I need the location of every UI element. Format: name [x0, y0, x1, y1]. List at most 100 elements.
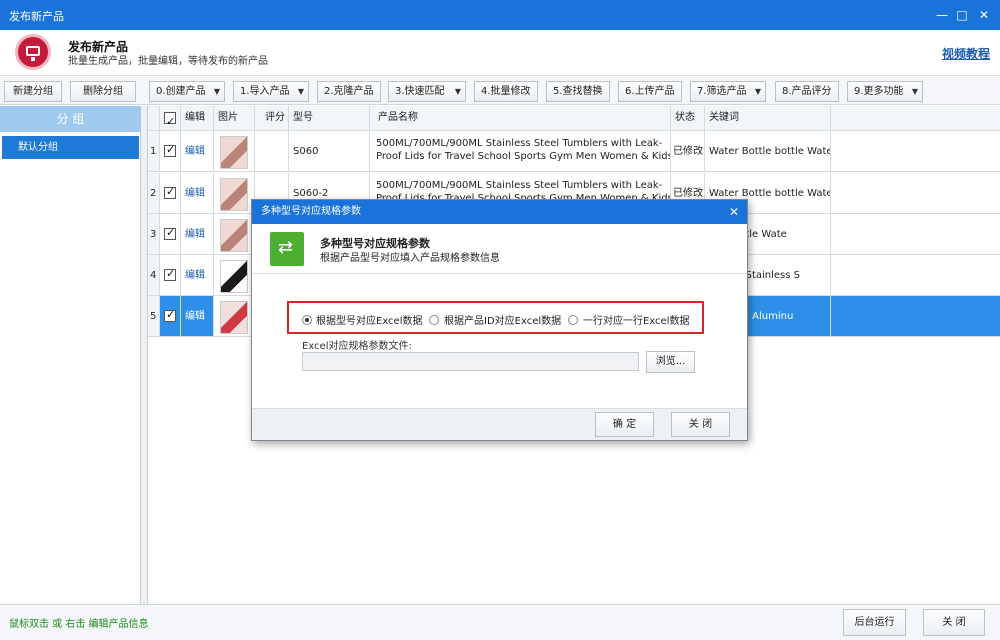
product-image-cell[interactable]	[214, 131, 255, 172]
row-select-cell[interactable]	[160, 255, 181, 296]
browse-button[interactable]: 浏览...	[646, 351, 695, 373]
col-header-edit[interactable]: 编辑	[181, 106, 214, 131]
dialog-close-icon[interactable]: ✕	[729, 200, 739, 224]
new-group-button[interactable]: 新建分组	[4, 81, 62, 102]
product-rating-button[interactable]: 8.产品评分	[775, 81, 839, 102]
empty-cell	[831, 131, 1000, 172]
product-image-cell[interactable]	[214, 214, 255, 255]
spec-params-dialog: 多种型号对应规格参数 ✕ ⇄ 多种型号对应规格参数 根据产品型号对应填入产品规格…	[251, 199, 748, 441]
rating-cell	[255, 131, 289, 172]
option-highlight-box: 根据型号对应Excel数据 根据产品ID对应Excel数据 一行对应一行Exce…	[287, 301, 704, 334]
row-select-cell[interactable]	[160, 214, 181, 255]
batch-edit-button[interactable]: 4.批量修改	[474, 81, 538, 102]
window-title: 发布新产品	[9, 10, 64, 23]
page-subtitle: 批量生成产品，批量编辑，等待发布的新产品	[68, 56, 268, 67]
radio-by-product-id-label[interactable]: 根据产品ID对应Excel数据	[444, 312, 561, 327]
row-checkbox[interactable]	[164, 143, 176, 157]
radio-by-product-id[interactable]	[429, 315, 439, 325]
dialog-subheading: 根据产品型号对应填入产品规格参数信息	[320, 253, 500, 264]
dialog-cancel-button[interactable]: 关 闭	[671, 412, 730, 437]
col-header-keyword[interactable]: 关键词	[705, 106, 831, 131]
edit-link[interactable]: 编辑	[181, 214, 214, 255]
filter-product-button[interactable]: 7.筛选产品 ▼	[690, 81, 766, 102]
find-replace-button[interactable]: 5.查找替换	[546, 81, 610, 102]
dropdown-arrow-icon: ▼	[297, 87, 304, 96]
maximize-icon[interactable]: □	[954, 7, 970, 23]
product-image-cell[interactable]	[214, 255, 255, 296]
empty-cell	[831, 296, 1000, 337]
edit-link[interactable]: 编辑	[181, 173, 214, 214]
col-header-status[interactable]: 状态	[671, 106, 705, 131]
excel-file-label: Excel对应规格参数文件:	[302, 341, 412, 352]
ok-button[interactable]: 确 定	[595, 412, 654, 437]
col-header-product-name[interactable]: 产品名称	[370, 106, 671, 131]
product-image-cell[interactable]	[214, 173, 255, 214]
row-select-cell[interactable]	[160, 296, 181, 337]
select-all-cell[interactable]	[160, 106, 181, 131]
row-select-cell[interactable]	[160, 173, 181, 214]
product-thumbnail	[220, 136, 248, 169]
col-header-rating[interactable]: 评分	[255, 106, 289, 131]
table-row[interactable]: 1 编辑 S060 500ML/700ML/900ML Stainless Steel…	[148, 131, 1000, 172]
row-checkbox[interactable]	[164, 185, 176, 199]
model-cell: S060	[289, 131, 370, 172]
row-number: 2	[148, 173, 160, 214]
row-checkbox[interactable]	[164, 226, 176, 240]
col-header-model[interactable]: 型号	[289, 106, 370, 131]
more-functions-button[interactable]: 9.更多功能 ▼	[847, 81, 923, 102]
keyword-cell: Water Bottle bottle Wate	[705, 131, 831, 172]
close-button[interactable]: 关 闭	[923, 609, 985, 636]
group-header: 分 组	[0, 106, 141, 132]
product-image-cell[interactable]	[214, 296, 255, 337]
row-checkbox[interactable]	[164, 308, 176, 322]
delete-group-button[interactable]: 删除分组	[70, 81, 136, 102]
row-number: 1	[148, 131, 160, 172]
clone-product-button[interactable]: 2.克隆产品	[317, 81, 381, 102]
product-name-cell: 500ML/700ML/900ML Stainless Steel Tumble…	[370, 131, 671, 172]
radio-by-model-label[interactable]: 根据型号对应Excel数据	[316, 312, 423, 327]
monitor-logo-icon	[15, 34, 51, 70]
select-all-checkbox[interactable]	[164, 110, 176, 130]
status-hint: 鼠标双击 或 右击 编辑产品信息	[9, 619, 149, 630]
row-number: 4	[148, 255, 160, 296]
dialog-header: ⇄ 多种型号对应规格参数 根据产品型号对应填入产品规格参数信息	[252, 224, 747, 274]
radio-row-to-row[interactable]	[568, 315, 578, 325]
status-cell: 已修改	[671, 131, 705, 172]
dialog-body: 根据型号对应Excel数据 根据产品ID对应Excel数据 一行对应一行Exce…	[252, 275, 747, 408]
dialog-footer: 确 定 关 闭	[252, 408, 747, 440]
create-product-button[interactable]: 0.创建产品 ▼	[149, 81, 225, 102]
close-icon[interactable]: ✕	[976, 7, 992, 23]
excel-file-input[interactable]	[302, 352, 639, 371]
video-tutorial-link[interactable]: 视频教程	[942, 45, 990, 62]
sidebar-item-default-group[interactable]: 默认分组	[2, 136, 139, 159]
row-select-cell[interactable]	[160, 131, 181, 172]
row-number: 5	[148, 296, 160, 337]
empty-cell	[831, 255, 1000, 296]
background-run-button[interactable]: 后台运行	[843, 609, 906, 636]
radio-row-to-row-label[interactable]: 一行对应一行Excel数据	[583, 312, 690, 327]
minimize-icon[interactable]: —	[934, 7, 950, 23]
radio-by-model[interactable]	[302, 315, 312, 325]
quick-match-button[interactable]: 3.快速匹配 ▼	[388, 81, 466, 102]
upload-product-button[interactable]: 6.上传产品	[618, 81, 682, 102]
status-bar: 鼠标双击 或 右击 编辑产品信息 后台运行 关 闭	[0, 604, 1000, 640]
edit-link[interactable]: 编辑	[181, 255, 214, 296]
grid-header-row: 编辑 图片 评分 型号 产品名称 状态 关键词	[148, 106, 1000, 131]
edit-link[interactable]: 编辑	[181, 131, 214, 172]
panel-splitter[interactable]	[141, 106, 148, 604]
product-thumbnail	[220, 219, 248, 252]
edit-link[interactable]: 编辑	[181, 296, 214, 337]
product-thumbnail	[220, 178, 248, 211]
dialog-title: 多种型号对应规格参数	[261, 206, 361, 217]
group-sidebar: 分 组 默认分组	[0, 106, 141, 604]
empty-cell	[831, 214, 1000, 255]
product-thumbnail	[220, 260, 248, 293]
col-header-image[interactable]: 图片	[214, 106, 255, 131]
dropdown-arrow-icon: ▼	[911, 87, 918, 96]
dialog-title-bar: 多种型号对应规格参数 ✕	[252, 200, 747, 224]
import-product-button[interactable]: 1.导入产品 ▼	[233, 81, 309, 102]
dropdown-arrow-icon: ▼	[454, 87, 461, 96]
window-title-bar: 发布新产品 — □ ✕	[0, 0, 1000, 30]
toolbar: 新建分组 删除分组 0.创建产品 ▼ 1.导入产品 ▼ 2.克隆产品 3.快速匹配 ▼…	[0, 77, 1000, 105]
row-checkbox[interactable]	[164, 267, 176, 281]
